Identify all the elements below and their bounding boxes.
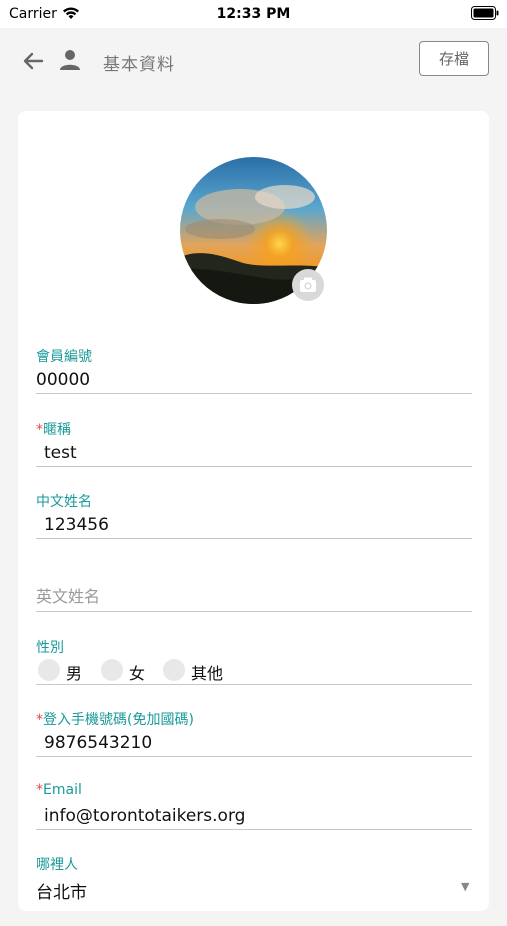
back-arrow-icon[interactable] xyxy=(18,46,48,76)
profile-card: 會員編號 00000 *暱稱 test 中文姓名 123456 英文姓名 性別 … xyxy=(18,111,489,911)
member-id-underline xyxy=(36,393,472,394)
member-id-label: 會員編號 xyxy=(36,349,92,365)
clock: 12:33 PM xyxy=(216,6,291,22)
nickname-field[interactable]: *暱稱 test xyxy=(36,419,472,491)
member-id-field: 會員編號 00000 xyxy=(36,346,472,418)
top-bar: 基本資料 存檔 xyxy=(0,28,507,94)
status-bar: Carrier 12:33 PM xyxy=(0,0,507,28)
phone-underline xyxy=(36,756,472,757)
save-button[interactable]: 存檔 xyxy=(419,41,489,76)
battery-icon xyxy=(471,6,499,20)
email-input[interactable]: info@torontotaikers.org xyxy=(44,806,245,826)
member-id-value: 00000 xyxy=(36,370,91,390)
change-photo-button[interactable] xyxy=(292,269,324,301)
chinese-name-input[interactable]: 123456 xyxy=(44,515,109,535)
email-field[interactable]: *Email info@torontotaikers.org xyxy=(36,782,472,854)
phone-field[interactable]: *登入手機號碼(免加國碼) 9876543210 xyxy=(36,709,472,781)
nickname-underline xyxy=(36,466,472,467)
nickname-input[interactable]: test xyxy=(44,443,77,463)
radio-button[interactable] xyxy=(163,659,185,681)
camera-icon xyxy=(300,277,316,292)
page-title: 基本資料 xyxy=(103,55,175,75)
region-label: 哪裡人 xyxy=(36,857,78,873)
dropdown-arrow-icon[interactable]: ▼ xyxy=(461,880,469,893)
gender-field: 性別 男 女 其他 xyxy=(36,637,472,709)
phone-input[interactable]: 9876543210 xyxy=(44,733,152,753)
chinese-name-field[interactable]: 中文姓名 123456 xyxy=(36,491,472,563)
chinese-name-underline xyxy=(36,538,472,539)
person-icon xyxy=(60,50,80,70)
english-name-input[interactable]: 英文姓名 xyxy=(36,583,100,607)
phone-label: *登入手機號碼(免加國碼) xyxy=(36,712,194,728)
english-name-underline xyxy=(36,611,472,612)
radio-button[interactable] xyxy=(38,659,60,681)
email-label: *Email xyxy=(36,782,82,798)
region-field[interactable]: 哪裡人 台北市 ▼ xyxy=(36,854,472,926)
radio-button[interactable] xyxy=(101,659,123,681)
gender-underline xyxy=(36,684,472,685)
required-mark: * xyxy=(36,782,43,798)
chinese-name-label: 中文姓名 xyxy=(36,494,92,510)
email-underline xyxy=(36,829,472,830)
gender-label: 性別 xyxy=(36,640,64,656)
nickname-label: *暱稱 xyxy=(36,422,71,438)
required-mark: * xyxy=(36,712,43,728)
required-mark: * xyxy=(36,422,43,438)
region-select[interactable]: 台北市 xyxy=(36,878,87,903)
